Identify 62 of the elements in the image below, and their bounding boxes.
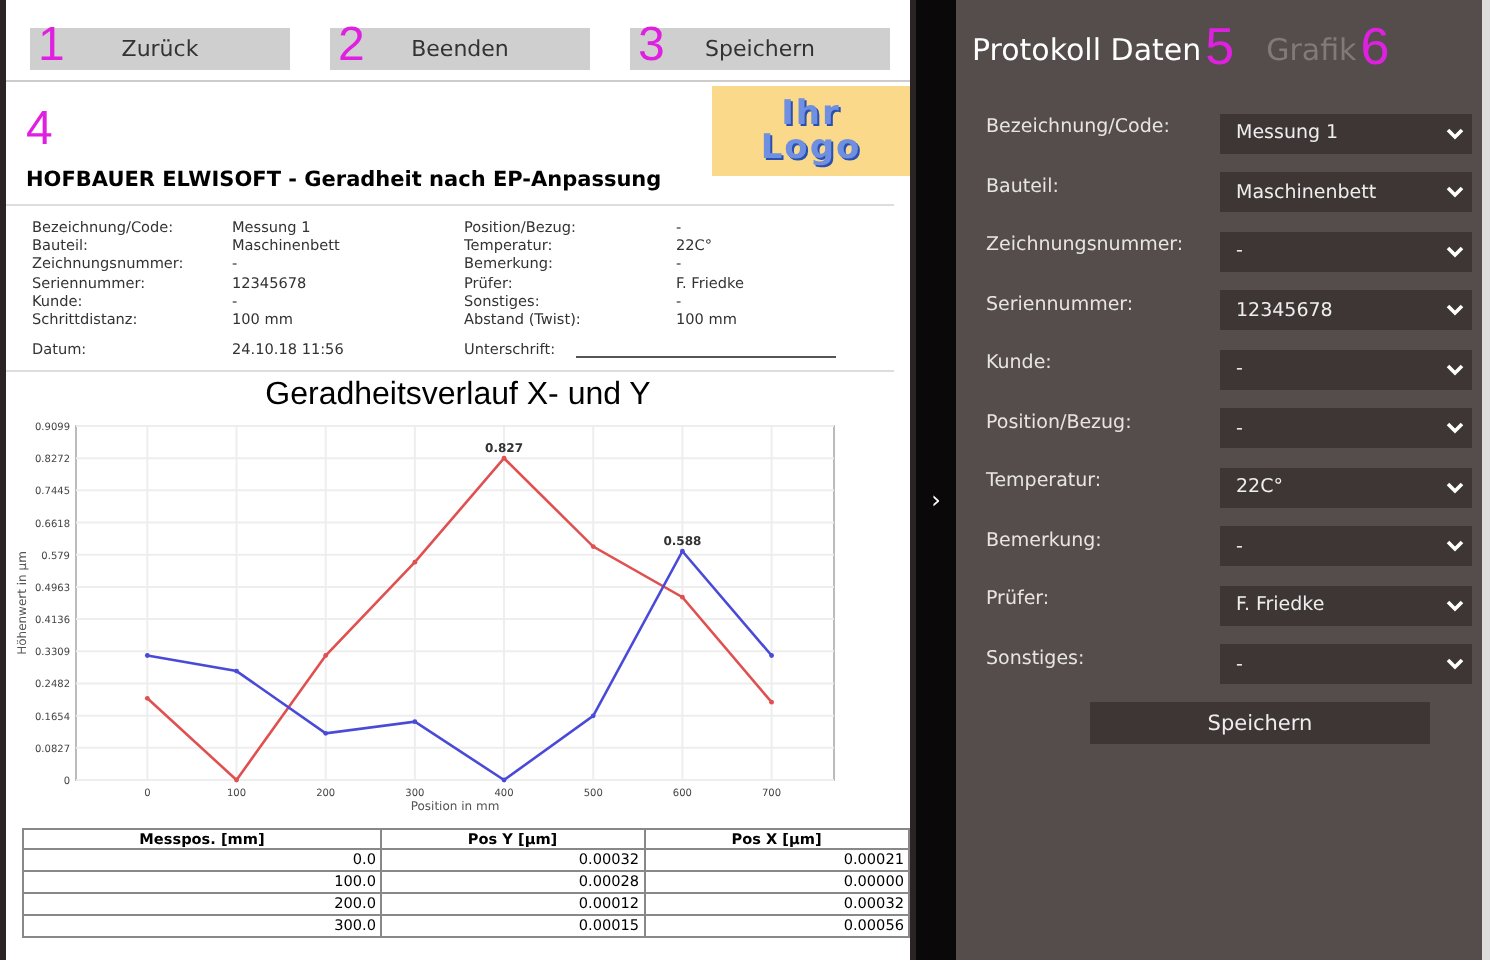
- dropdown[interactable]: -: [1220, 644, 1472, 685]
- field-label: Position/Bezug:: [986, 411, 1134, 434]
- data-point: [234, 669, 239, 674]
- data-point: [323, 731, 329, 737]
- toolbar-button[interactable]: 2 Beenden: [330, 28, 590, 70]
- toolbar-button[interactable]: 3 Speichern: [630, 28, 890, 70]
- data-point: [501, 778, 507, 783]
- field-label: Bauteil:: [986, 175, 1061, 198]
- callout-number: 2: [338, 22, 365, 70]
- chevron-down-icon: [1446, 658, 1464, 671]
- save-button[interactable]: Speichern: [1090, 702, 1430, 744]
- field-label: Zeichnungsnummer:: [986, 234, 1186, 257]
- callout-number: 6: [1360, 20, 1390, 72]
- chevron-down-icon: [1446, 186, 1464, 199]
- field-label: Temperatur:: [986, 470, 1104, 493]
- dropdown[interactable]: 22C°: [1220, 467, 1472, 508]
- callout-number: 5: [1205, 20, 1235, 72]
- chevron-down-icon: [1446, 481, 1464, 494]
- chevron-down-icon: [1446, 245, 1464, 258]
- dropdown[interactable]: 12345678: [1220, 290, 1472, 331]
- data-point: [144, 696, 150, 702]
- dropdown[interactable]: Messung 1: [1220, 113, 1472, 154]
- field-label: Kunde:: [986, 352, 1054, 375]
- report-title: HOFBAUER ELWISOFT - Geradheit nach EP-Anpassung: [6, 168, 894, 206]
- data-point: [323, 653, 329, 659]
- data-point: [234, 778, 239, 783]
- dropdown[interactable]: Maschinenbett: [1220, 172, 1472, 213]
- data-point: [680, 595, 685, 600]
- data-point: [412, 719, 418, 725]
- data-point: [769, 653, 774, 659]
- chevron-down-icon: [1446, 304, 1464, 317]
- data-point: [769, 700, 774, 706]
- chevron-down-icon: [1446, 422, 1464, 435]
- tab[interactable]: Protokoll Daten: [972, 20, 1202, 68]
- dropdown[interactable]: -: [1220, 526, 1472, 567]
- field-label: Prüfer:: [986, 588, 1052, 611]
- dropdown[interactable]: -: [1220, 349, 1472, 390]
- callout-number: 3: [638, 22, 665, 70]
- field-label: Sonstiges:: [986, 647, 1087, 670]
- dropdown[interactable]: -: [1220, 408, 1472, 449]
- chevron-down-icon: [1446, 599, 1464, 612]
- dropdown[interactable]: F. Friedke: [1220, 585, 1472, 626]
- data-point: [590, 544, 596, 550]
- toolbar-button[interactable]: 1 Zurück: [30, 28, 290, 70]
- field-label: Bezeichnung/Code:: [986, 116, 1172, 139]
- chevron-down-icon: [1446, 127, 1464, 140]
- logo-text: Ihr: [781, 97, 841, 131]
- field-label: Seriennummer:: [986, 293, 1136, 316]
- expand-toggle[interactable]: ›: [931, 446, 941, 514]
- logo-text: Logo: [760, 131, 862, 165]
- field-label: Bemerkung:: [986, 529, 1104, 552]
- chevron-down-icon: [1446, 363, 1464, 376]
- data-point: [590, 713, 596, 719]
- data-point: [680, 549, 685, 555]
- callout-number: 4: [26, 106, 53, 160]
- data-point: [144, 653, 150, 659]
- callout-number: 1: [38, 22, 65, 70]
- chevron-down-icon: [1446, 540, 1464, 553]
- data-point: [412, 560, 418, 565]
- chart-title: Geradheitsverlauf X- und Y: [263, 376, 653, 417]
- data-point: [501, 456, 507, 462]
- dropdown[interactable]: -: [1220, 231, 1472, 272]
